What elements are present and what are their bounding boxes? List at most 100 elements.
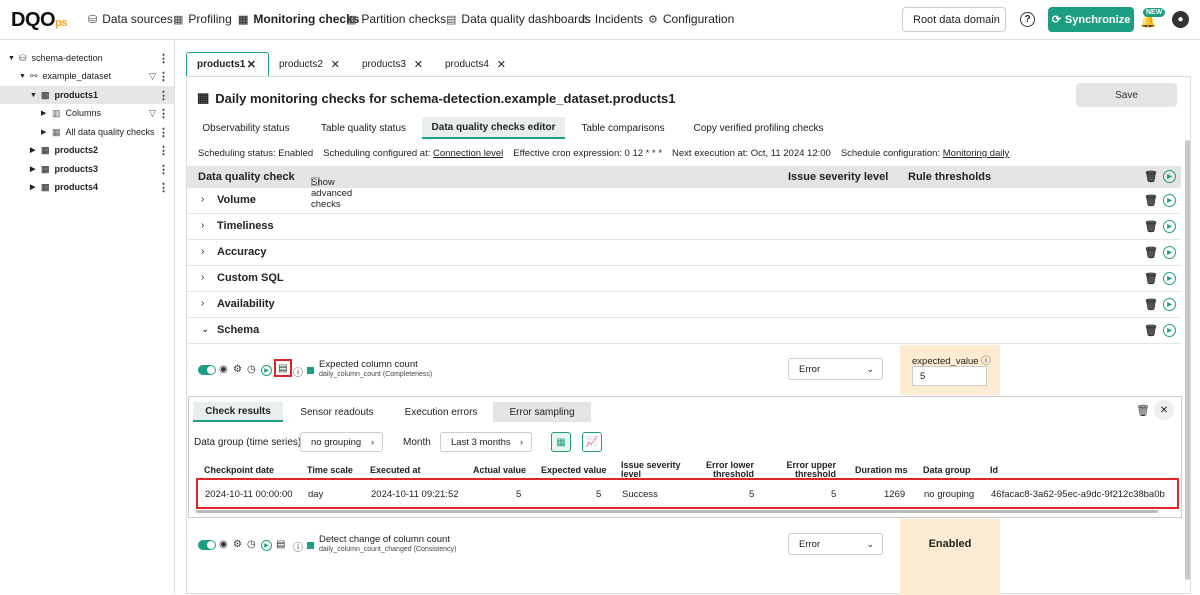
expected-value-input[interactable]: 5 [912,366,987,386]
connection-level-link[interactable]: Connection level [433,148,503,159]
check-enabled-toggle[interactable] [198,540,216,550]
tree-item-products3[interactable]: ▶ ▦ products3 ⋮ [0,160,174,178]
tab-sensor-readouts[interactable]: Sensor readouts [287,402,387,422]
nav-dashboards[interactable]: ▤ Data quality dashboards [446,12,591,26]
category-schema[interactable]: ⌄ Schema 🗑 ▶ [187,318,1181,344]
schedule-icon[interactable]: ◷ [247,539,256,550]
category-timeliness[interactable]: › Timeliness 🗑 ▶ [187,214,1181,240]
tree-item-products1[interactable]: ▼ ▦ products1 ⋮ [0,86,174,104]
info-icon[interactable]: ⓘ [293,539,303,554]
chevron-right-icon[interactable]: › [201,272,204,283]
tree-item-products2[interactable]: ▶ ▦ products2 ⋮ [0,141,174,159]
month-select[interactable]: Last 3 months › [440,432,532,452]
chevron-right-icon[interactable]: › [201,194,204,205]
data-group-select[interactable]: no grouping › [300,432,383,452]
caret-right-icon[interactable]: ▶ [30,183,38,191]
nav-monitoring-checks[interactable]: ▦ Monitoring checks [238,12,359,26]
more-icon[interactable]: ⋮ [158,89,169,102]
nav-profiling[interactable]: ▦ Profiling [173,12,232,26]
result-row[interactable]: 2024-10-11 00:00:00 day 2024-10-11 09:21… [196,478,1179,509]
category-volume[interactable]: › Volume 🗑 ▶ [187,188,1181,214]
trash-icon[interactable]: 🗑 [1144,298,1158,311]
severity-select[interactable]: Error ⌄ [788,533,883,555]
disable-icon[interactable]: ◉ [219,364,228,375]
chevron-right-icon[interactable]: › [201,246,204,257]
tab-check-results[interactable]: Check results [193,402,283,422]
filter-icon[interactable]: ▽ [149,71,156,82]
root-domain-select[interactable]: Root data domain › [902,7,1006,32]
tree-item-schema[interactable]: ▼ ⚯ example_dataset ▽ ⋮ [0,67,174,85]
close-icon[interactable]: ✕ [497,58,506,71]
run-icon[interactable]: ▶ [1163,220,1176,233]
caret-right-icon[interactable]: ▶ [30,165,38,173]
close-icon[interactable]: ✕ [414,58,423,71]
trash-icon[interactable]: 🗑 [1144,272,1158,285]
subtab-copy-profiling[interactable]: Copy verified profiling checks [681,117,836,139]
severity-select[interactable]: Error ⌄ [788,358,883,380]
caret-right-icon[interactable]: ▶ [30,146,38,154]
more-icon[interactable]: ⋮ [158,107,169,120]
chevron-right-icon[interactable]: › [201,298,204,309]
tree-item-all-checks[interactable]: ▶ ▦ All data quality checks ⋮ [0,123,174,141]
more-icon[interactable]: ⋮ [158,126,169,139]
tab-execution-errors[interactable]: Execution errors [391,402,491,422]
caret-right-icon[interactable]: ▶ [41,128,49,136]
tree-item-connection[interactable]: ▼ ⛁ schema-detection ⋮ [0,49,174,67]
gear-icon[interactable]: ⚙ [233,539,242,550]
synchronize-button[interactable]: ⟳ Synchronize [1048,7,1134,32]
trash-icon[interactable]: 🗑 [1144,246,1158,259]
run-icon[interactable]: ▶ [1163,194,1176,207]
trash-icon[interactable]: 🗑 [1144,220,1158,233]
close-icon[interactable]: ✕ [247,58,256,71]
subtab-table-quality[interactable]: Table quality status [305,117,422,139]
run-icon[interactable]: ▶ [1163,298,1176,311]
results-icon[interactable]: ▤ [274,359,292,377]
tab-products2[interactable]: products2 ✕ [269,52,352,76]
nav-configuration[interactable]: ⚙ Configuration [648,12,734,26]
trash-icon[interactable]: 🗑 [1144,324,1158,337]
more-icon[interactable]: ⋮ [158,163,169,176]
trash-icon[interactable]: 🗑 [1144,194,1158,207]
chevron-right-icon[interactable]: › [201,220,204,231]
caret-down-icon[interactable]: ▼ [8,55,16,62]
close-icon[interactable]: ✕ [1154,400,1174,420]
more-icon[interactable]: ⋮ [158,144,169,157]
tab-error-sampling[interactable]: Error sampling [493,402,591,422]
run-icon[interactable]: ▶ [261,540,272,551]
category-availability[interactable]: › Availability 🗑 ▶ [187,292,1181,318]
trash-icon[interactable]: 🗑 [1136,404,1150,417]
schedule-icon[interactable]: ◷ [247,364,256,375]
results-icon[interactable]: ▤ [276,539,285,550]
chevron-down-icon[interactable]: ⌄ [201,324,209,335]
nav-data-sources[interactable]: ⛁ Data sources [88,12,173,26]
tree-item-columns[interactable]: ▶ ▥ Columns ▽ ⋮ [0,104,174,122]
check-enabled-toggle[interactable] [198,365,216,375]
category-accuracy[interactable]: › Accuracy 🗑 ▶ [187,240,1181,266]
disable-icon[interactable]: ◉ [219,539,228,550]
subtab-observability[interactable]: Observability status [187,117,305,139]
run-icon[interactable]: ▶ [1163,272,1176,285]
monitoring-daily-link[interactable]: Monitoring daily [943,148,1010,159]
trash-icon[interactable]: 🗑 [1144,170,1158,183]
more-icon[interactable]: ⋮ [158,52,169,65]
caret-down-icon[interactable]: ▼ [19,73,27,80]
run-icon[interactable]: ▶ [1163,170,1176,183]
tab-products1[interactable]: products1 ✕ [186,52,269,76]
save-button[interactable]: Save [1076,83,1177,107]
run-icon[interactable]: ▶ [1163,246,1176,259]
caret-down-icon[interactable]: ▼ [30,92,38,99]
subtab-table-comparisons[interactable]: Table comparisons [565,117,681,139]
subtab-checks-editor[interactable]: Data quality checks editor [422,117,565,139]
nav-incidents[interactable]: ⚠ Incidents [580,12,643,26]
tab-products4[interactable]: products4 ✕ [435,52,518,76]
user-avatar[interactable]: ● [1172,11,1189,28]
close-icon[interactable]: ✕ [331,58,340,71]
vertical-scrollbar[interactable] [1185,140,1190,580]
logo[interactable]: DQOps [11,9,67,32]
tab-products3[interactable]: products3 ✕ [352,52,435,76]
info-icon[interactable]: ⓘ [293,364,303,379]
more-icon[interactable]: ⋮ [158,70,169,83]
run-icon[interactable]: ▶ [261,365,272,376]
filter-icon[interactable]: ▽ [149,108,156,119]
table-view-icon[interactable]: ▦ [551,432,571,452]
